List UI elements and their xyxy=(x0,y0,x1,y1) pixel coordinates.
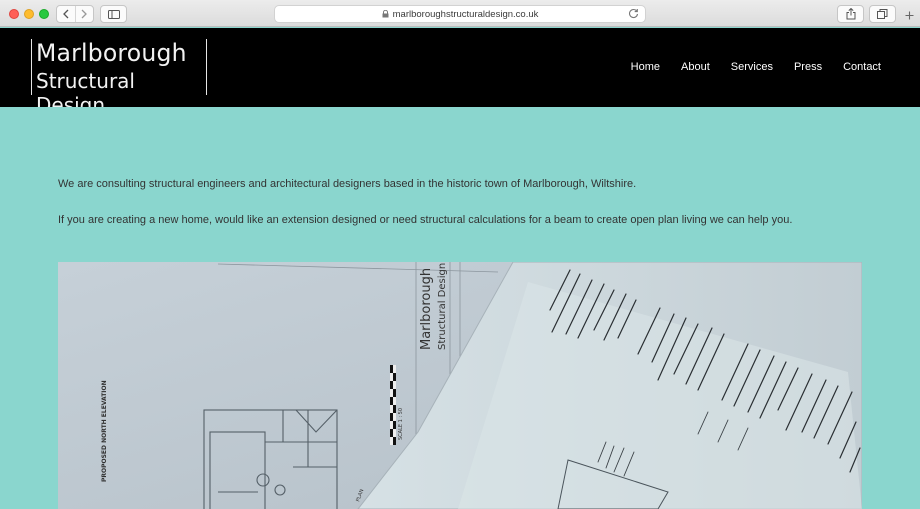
forward-button[interactable] xyxy=(74,6,94,22)
drawings-illustration: Marlborough Structural Design SCALE 1 : … xyxy=(58,262,862,509)
drawing-title: PROPOSED NORTH ELEVATION xyxy=(101,380,108,482)
site-logo[interactable]: Marlborough Structural Design xyxy=(31,39,207,117)
plus-icon xyxy=(905,11,913,19)
nav-contact[interactable]: Contact xyxy=(843,61,881,73)
browser-toolbar: marlboroughstructuraldesign.co.uk xyxy=(0,0,920,27)
stamp-line2: Structural Design xyxy=(437,263,448,350)
reload-icon[interactable] xyxy=(628,8,639,19)
fullscreen-window-button[interactable] xyxy=(39,9,49,19)
share-icon xyxy=(846,8,855,20)
nav-press[interactable]: Press xyxy=(794,61,822,73)
logo-title: Marlborough xyxy=(36,39,187,67)
lock-icon xyxy=(382,10,389,18)
scale-label: SCALE 1 : 50 xyxy=(398,408,404,440)
hero-photo: Marlborough Structural Design SCALE 1 : … xyxy=(58,262,862,509)
url-text: marlboroughstructuraldesign.co.uk xyxy=(392,8,539,20)
intro-paragraph: We are consulting structural engineers a… xyxy=(58,178,637,190)
minimize-window-button[interactable] xyxy=(24,9,34,19)
main-content: We are consulting structural engineers a… xyxy=(0,107,920,509)
main-nav: Home About Services Press Contact xyxy=(631,61,881,73)
back-button[interactable] xyxy=(57,6,75,22)
sidebar-toggle-button[interactable] xyxy=(100,5,127,23)
tabs-icon xyxy=(877,9,888,19)
nav-services[interactable]: Services xyxy=(731,61,773,73)
stamp-line1: Marlborough xyxy=(419,268,434,350)
new-tab-button[interactable] xyxy=(902,8,916,22)
nav-home[interactable]: Home xyxy=(631,61,660,73)
nav-about[interactable]: About xyxy=(681,61,710,73)
address-bar[interactable]: marlboroughstructuraldesign.co.uk xyxy=(274,5,646,23)
share-button[interactable] xyxy=(837,5,864,23)
services-paragraph: If you are creating a new home, would li… xyxy=(58,214,793,226)
sidebar-icon xyxy=(107,9,120,19)
close-window-button[interactable] xyxy=(9,9,19,19)
chevron-left-icon xyxy=(62,9,69,19)
site-header: Marlborough Structural Design Home About… xyxy=(0,28,920,117)
history-nav xyxy=(56,5,94,23)
show-tabs-button[interactable] xyxy=(869,5,896,23)
chevron-right-icon xyxy=(81,9,88,19)
